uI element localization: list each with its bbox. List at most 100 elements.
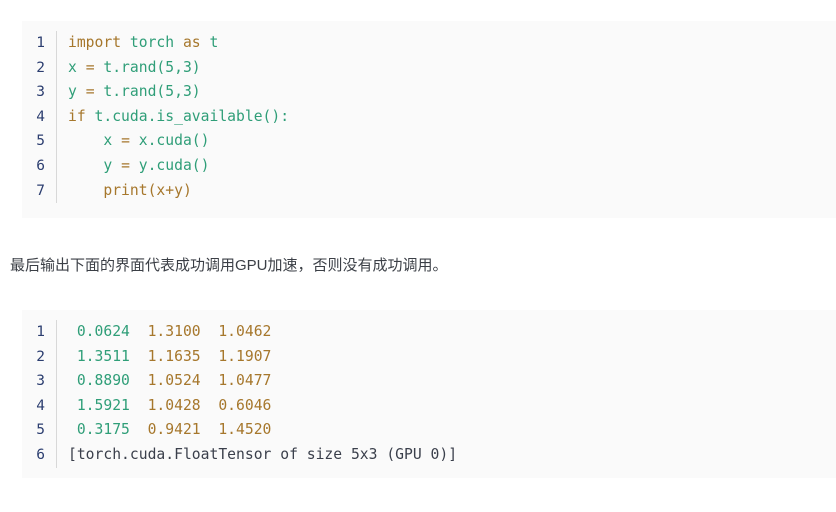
code-line-text: 1.5921 1.0428 0.6046 bbox=[57, 394, 836, 419]
code-token: print(x+y) bbox=[103, 181, 192, 199]
code-token: 1.0477 bbox=[218, 372, 272, 390]
python-code-block: 1 import torch as t 2 x = t.rand(5,3) 3 y = t… bbox=[22, 21, 836, 218]
output-line-row: 6 [torch.cuda.FloatTensor of size 5x3 (GP… bbox=[22, 442, 836, 468]
code-token: 1.1635 bbox=[147, 347, 201, 365]
code-token: 1.4520 bbox=[218, 421, 272, 439]
code-token: 1.0524 bbox=[147, 372, 201, 390]
output-block-lines: 1 0.0624 1.3100 1.0462 2 1.3511 1.1635 1.… bbox=[22, 310, 836, 478]
line-number: 1 bbox=[36, 35, 45, 51]
code-token: if bbox=[68, 107, 86, 125]
code-line-text: x = t.rand(5,3) bbox=[57, 56, 836, 81]
code-line-text: print(x+y) bbox=[57, 179, 836, 204]
code-token: y.cuda() bbox=[138, 156, 210, 174]
line-number: 4 bbox=[36, 108, 45, 125]
code-token: 0.6046 bbox=[218, 396, 272, 414]
code-line-text: [torch.cuda.FloatTensor of size 5x3 (GPU… bbox=[57, 443, 836, 468]
code-token: 0.3175 bbox=[76, 421, 130, 439]
code-token: 1.3100 bbox=[147, 323, 201, 340]
line-number: 7 bbox=[36, 182, 45, 199]
code-token: = bbox=[121, 156, 130, 174]
code-token: t.rand(5,3) bbox=[103, 83, 201, 101]
paragraph-text: 最后输出下面的界面代表成功调用GPU加速，否则没有成功调用。 bbox=[10, 257, 448, 274]
line-number: 6 bbox=[36, 446, 45, 463]
code-token: [torch.cuda.FloatTensor of size 5x3 (GPU… bbox=[68, 445, 458, 463]
code-token: x.cuda() bbox=[138, 132, 210, 150]
code-token: t bbox=[209, 34, 219, 51]
document-page: 1 import torch as t 2 x = t.rand(5,3) 3 y = t… bbox=[0, 0, 836, 512]
code-line-text: 0.8890 1.0524 1.0477 bbox=[57, 369, 836, 394]
line-number: 2 bbox=[36, 348, 45, 365]
code-token: as bbox=[182, 34, 201, 51]
code-token: = bbox=[85, 58, 95, 76]
code-line-row: 4 if t.cuda.is_available(): bbox=[22, 104, 836, 130]
code-token: t.cuda.is_available(): bbox=[94, 107, 290, 125]
code-token: t.rand(5,3) bbox=[103, 58, 201, 76]
code-line-row: 5 x = x.cuda() bbox=[22, 129, 836, 154]
code-line-text: 0.0624 1.3100 1.0462 bbox=[57, 320, 836, 345]
code-token: y bbox=[68, 83, 77, 101]
code-token: 1.5921 bbox=[76, 396, 130, 414]
code-line-row: 3 y = t.rand(5,3) bbox=[22, 80, 836, 105]
code-token: = bbox=[85, 83, 95, 101]
line-number: 4 bbox=[36, 397, 45, 414]
output-code-block: 1 0.0624 1.3100 1.0462 2 1.3511 1.1635 1.… bbox=[22, 310, 836, 478]
output-line-row: 1 0.0624 1.3100 1.0462 bbox=[22, 320, 836, 345]
code-token: 0.9421 bbox=[147, 421, 201, 439]
code-token: import bbox=[68, 34, 122, 51]
code-token: 0.0624 bbox=[76, 323, 130, 340]
output-line-row: 4 1.5921 1.0428 0.6046 bbox=[22, 393, 836, 419]
code-line-row: 1 import torch as t bbox=[22, 31, 836, 56]
line-number: 2 bbox=[36, 59, 45, 76]
code-line-text: y = y.cuda() bbox=[57, 154, 836, 179]
output-line-row: 5 0.3175 0.9421 1.4520 bbox=[22, 418, 836, 443]
line-number: 5 bbox=[36, 422, 45, 439]
line-number: 3 bbox=[36, 84, 45, 101]
line-number: 6 bbox=[36, 157, 45, 174]
line-number: 1 bbox=[36, 324, 45, 340]
code-line-text: if t.cuda.is_available(): bbox=[57, 105, 836, 130]
code-line-text: x = x.cuda() bbox=[57, 129, 836, 154]
code-token: torch bbox=[129, 34, 175, 51]
code-token: x bbox=[103, 132, 113, 150]
code-line-text: import torch as t bbox=[57, 31, 836, 56]
code-line-row: 2 x = t.rand(5,3) bbox=[22, 55, 836, 81]
code-line-text: 1.3511 1.1635 1.1907 bbox=[57, 345, 836, 370]
line-number: 5 bbox=[36, 133, 45, 150]
code-line-text: 0.3175 0.9421 1.4520 bbox=[57, 418, 836, 443]
code-block-lines: 1 import torch as t 2 x = t.rand(5,3) 3 y = t… bbox=[22, 21, 836, 213]
code-line-row: 6 y = y.cuda() bbox=[22, 153, 836, 179]
code-line-row: 7 print(x+y) bbox=[22, 178, 836, 204]
code-token: 1.0462 bbox=[218, 323, 272, 340]
output-line-row: 2 1.3511 1.1635 1.1907 bbox=[22, 344, 836, 370]
code-token: 1.0428 bbox=[147, 396, 201, 414]
code-token: 1.1907 bbox=[218, 347, 272, 365]
code-token: = bbox=[121, 132, 130, 150]
output-line-row: 3 0.8890 1.0524 1.0477 bbox=[22, 369, 836, 394]
code-token: 0.8890 bbox=[76, 372, 130, 390]
line-number: 3 bbox=[36, 373, 45, 390]
code-token: y bbox=[103, 156, 113, 174]
code-line-text: y = t.rand(5,3) bbox=[57, 80, 836, 105]
